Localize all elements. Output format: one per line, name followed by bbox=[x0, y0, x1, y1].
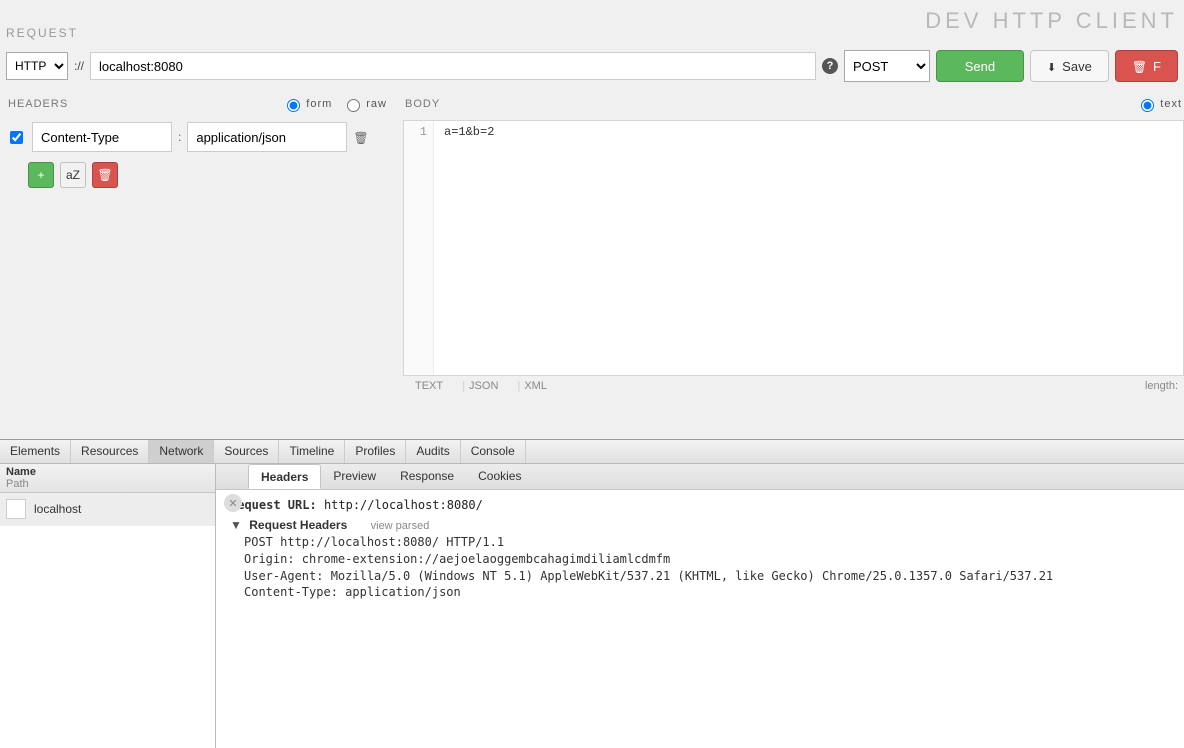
headers-column: HEADERS form raw : + aZ bbox=[0, 92, 395, 392]
raw-line-2: User-Agent: Mozilla/5.0 (Windows NT 5.1)… bbox=[230, 568, 1170, 585]
tab-audits[interactable]: Audits bbox=[406, 440, 460, 463]
subtab-response[interactable]: Response bbox=[388, 464, 466, 489]
request-url-label: Request URL: bbox=[230, 498, 317, 512]
header-name-input[interactable] bbox=[32, 122, 172, 152]
tab-elements[interactable]: Elements bbox=[0, 440, 71, 463]
body-mode-text-radio[interactable] bbox=[1141, 99, 1154, 112]
scheme-select[interactable]: HTTP bbox=[6, 52, 68, 80]
detail-subtabs: Headers Preview Response Cookies bbox=[216, 464, 1184, 490]
subtab-headers[interactable]: Headers bbox=[248, 464, 321, 489]
download-icon bbox=[1047, 59, 1056, 74]
headers-mode-form-radio[interactable] bbox=[287, 99, 300, 112]
tab-profiles[interactable]: Profiles bbox=[345, 440, 406, 463]
body-column: BODY text 1 a=1&b=2 TEXT JSON XML length… bbox=[395, 92, 1184, 392]
request-row: HTTP :// ? POST Send Save F bbox=[0, 46, 1184, 88]
tab-network[interactable]: Network bbox=[149, 440, 214, 463]
headers-title: HEADERS bbox=[8, 98, 68, 110]
network-detail: Headers Preview Response Cookies Request… bbox=[216, 464, 1184, 748]
fav-label: F bbox=[1153, 59, 1161, 74]
header-delete-icon[interactable] bbox=[353, 129, 368, 145]
subtab-cookies[interactable]: Cookies bbox=[466, 464, 533, 489]
body-editor[interactable]: 1 a=1&b=2 bbox=[403, 120, 1184, 376]
method-select[interactable]: POST bbox=[844, 50, 930, 82]
help-icon[interactable]: ? bbox=[822, 58, 838, 74]
app-brand: DEV HTTP CLIENT bbox=[925, 8, 1178, 34]
header-colon: : bbox=[178, 130, 181, 144]
scheme-separator: :// bbox=[74, 59, 84, 73]
body-gutter: 1 bbox=[404, 121, 434, 375]
request-url-line: Request URL: http://localhost:8080/ bbox=[230, 498, 1170, 512]
trash-icon bbox=[1132, 59, 1147, 74]
header-value-input[interactable] bbox=[187, 122, 347, 152]
network-request-row[interactable]: localhost bbox=[0, 493, 215, 526]
view-parsed-link[interactable]: view parsed bbox=[351, 520, 430, 532]
request-name: localhost bbox=[34, 502, 81, 516]
headers-mode-raw-radio[interactable] bbox=[347, 99, 360, 112]
body-mode-text[interactable]: text bbox=[1136, 96, 1182, 112]
col-path: Path bbox=[6, 478, 209, 490]
body-length-label: length: bbox=[1145, 380, 1178, 392]
request-thumb-icon bbox=[6, 499, 26, 519]
col-name: Name bbox=[6, 466, 209, 478]
detail-content: Request URL: http://localhost:8080/ ▼ Re… bbox=[216, 490, 1184, 748]
tab-sources[interactable]: Sources bbox=[214, 440, 279, 463]
tab-timeline[interactable]: Timeline bbox=[279, 440, 345, 463]
url-input[interactable] bbox=[90, 52, 816, 80]
headers-mode-raw[interactable]: raw bbox=[342, 96, 387, 112]
header-row: : bbox=[6, 120, 389, 154]
tab-console[interactable]: Console bbox=[461, 440, 526, 463]
body-content[interactable]: a=1&b=2 bbox=[434, 121, 1183, 375]
add-header-button[interactable]: + bbox=[28, 162, 54, 188]
disclosure-triangle-icon[interactable]: ▼ bbox=[230, 518, 242, 532]
clear-headers-button[interactable] bbox=[92, 162, 118, 188]
close-details-icon[interactable]: ✕ bbox=[224, 494, 242, 512]
favorite-delete-button[interactable]: F bbox=[1115, 50, 1178, 82]
headers-mode-group: form raw bbox=[282, 96, 387, 112]
raw-line-3: Content-Type: application/json bbox=[230, 584, 1170, 601]
request-url-value: http://localhost:8080/ bbox=[324, 498, 483, 512]
headers-mode-form[interactable]: form bbox=[282, 96, 332, 112]
body-fmt-text[interactable]: TEXT bbox=[409, 380, 449, 392]
header-tools: + aZ bbox=[6, 154, 389, 188]
raw-line-1: Origin: chrome-extension://aejoelaoggemb… bbox=[230, 551, 1170, 568]
save-button[interactable]: Save bbox=[1030, 50, 1109, 82]
network-request-list: Name Path localhost bbox=[0, 464, 216, 748]
request-headers-label: Request Headers bbox=[249, 518, 347, 532]
body-footer: TEXT JSON XML length: bbox=[403, 376, 1184, 392]
body-fmt-json[interactable]: JSON bbox=[452, 380, 504, 392]
send-button[interactable]: Send bbox=[936, 50, 1024, 82]
devtools-tabs: Elements Resources Network Sources Timel… bbox=[0, 440, 1184, 464]
network-list-header: Name Path bbox=[0, 464, 215, 493]
header-enabled-checkbox[interactable] bbox=[10, 131, 23, 144]
save-label: Save bbox=[1062, 59, 1092, 74]
body-fmt-xml[interactable]: XML bbox=[507, 380, 552, 392]
devtools-panel: Elements Resources Network Sources Timel… bbox=[0, 439, 1184, 748]
raw-line-0: POST http://localhost:8080/ HTTP/1.1 bbox=[230, 534, 1170, 551]
request-pane: REQUEST HTTP :// ? POST Send Save F HEAD… bbox=[0, 0, 1184, 392]
tab-resources[interactable]: Resources bbox=[71, 440, 149, 463]
request-headers-heading[interactable]: ▼ Request Headers view parsed bbox=[230, 512, 1170, 534]
sort-headers-button[interactable]: aZ bbox=[60, 162, 86, 188]
subtab-preview[interactable]: Preview bbox=[321, 464, 388, 489]
body-mode-group: text bbox=[1136, 96, 1182, 112]
body-title: BODY bbox=[405, 98, 440, 110]
